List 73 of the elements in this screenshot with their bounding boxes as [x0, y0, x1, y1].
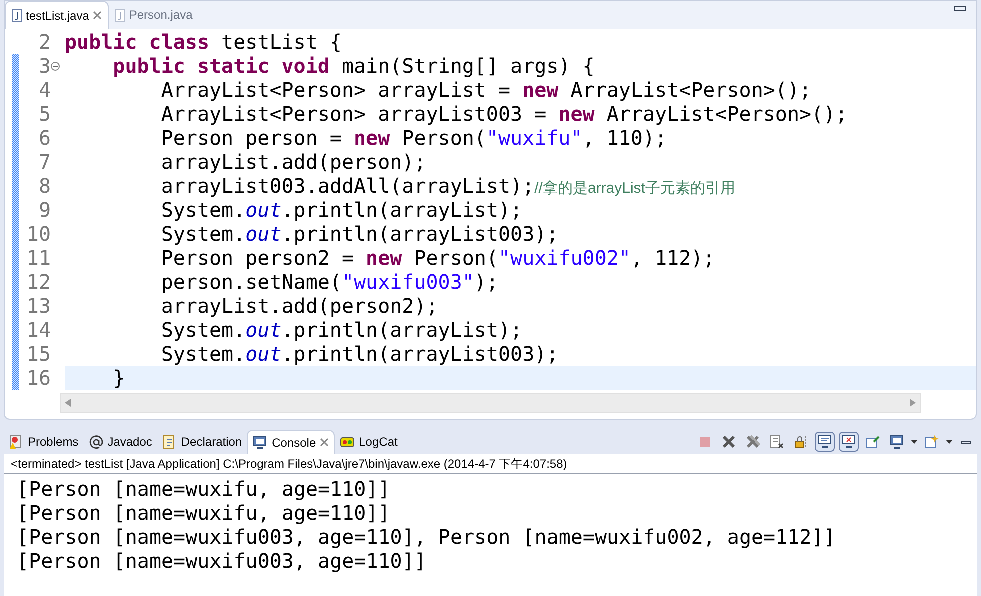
line-number: 9: [38, 198, 51, 222]
close-icon[interactable]: [93, 11, 102, 20]
new-window-icon: [925, 435, 939, 449]
code-line: ArrayList<Person> arrayList = new ArrayList<Person>();: [160, 78, 813, 102]
x-icon: [722, 435, 736, 449]
code-line: System.out.println(arrayList003);: [160, 342, 560, 366]
monitor-error-icon: [842, 435, 856, 449]
tab-label: Javadoc: [108, 434, 152, 451]
panel-tab[interactable]: Javadoc: [84, 430, 158, 454]
lock-icon: [794, 435, 808, 449]
at-sign-icon[interactable]: [88, 434, 104, 450]
editor-tab[interactable]: testList.java: [5, 1, 110, 29]
tab-label: testList.java: [26, 8, 90, 24]
document-icon[interactable]: [162, 434, 178, 450]
dropdown-caret-icon[interactable]: [911, 440, 918, 444]
tab-label: LogCat: [359, 434, 398, 451]
minimize-icon[interactable]: [961, 440, 971, 444]
panel-tab[interactable]: LogCat: [335, 430, 403, 454]
java-file-icon[interactable]: [12, 9, 22, 22]
panel-tab[interactable]: Console: [247, 430, 336, 454]
console-output-line: [Person [name=wuxifu003, age=110], Person [name=wuxifu002, age=112]]: [17, 525, 837, 549]
line-number: 15: [26, 342, 51, 366]
console-output-line: [Person [name=wuxifu003, age=110]]: [17, 549, 428, 573]
line-number: 8: [38, 174, 51, 198]
code-line: public static void main(String[] args) {: [112, 54, 596, 78]
process-label: <terminated> testList [Java Application] C:\Program Files\Java\jre7\bin\javaw.exe (2014-4-7 下午4:07:58): [4, 454, 977, 474]
monitor-icon: [890, 435, 904, 449]
close-icon[interactable]: [320, 438, 330, 447]
editor-tab[interactable]: Person.java: [109, 1, 199, 29]
tab-label: Person.java: [129, 7, 193, 24]
pin-icon: [866, 435, 880, 449]
code-line: System.out.println(arrayList);: [160, 198, 524, 222]
clear-document-icon: [770, 435, 784, 449]
monitor-icon[interactable]: [253, 435, 268, 450]
collapse-icon[interactable]: [51, 62, 60, 70]
dropdown-caret-icon[interactable]: [946, 440, 953, 444]
code-line: arrayList.add(person);: [160, 150, 428, 174]
double-x-icon: [746, 435, 760, 449]
stop-icon: [698, 435, 712, 449]
toolbar-button[interactable]: [815, 432, 835, 452]
code-line: arrayList.add(person2);: [160, 294, 440, 318]
panel-tab[interactable]: Problems: [4, 430, 84, 454]
tab-label: Declaration: [181, 434, 242, 451]
panel-tab[interactable]: Declaration: [157, 430, 248, 454]
monitor-icon: [818, 435, 832, 449]
code-line: Person person = new Person("wuxifu", 110);: [160, 126, 668, 150]
cat-icon[interactable]: [340, 434, 356, 450]
line-number: 7: [38, 150, 51, 174]
line-number: 10: [26, 222, 51, 246]
line-number: 12: [26, 270, 51, 294]
line-number: 11: [26, 246, 51, 270]
code-line: System.out.println(arrayList);: [160, 318, 524, 342]
code-line: person.setName("wuxifu003");: [160, 270, 500, 294]
code-line: public class testList {: [65, 30, 343, 54]
line-number: 4: [38, 78, 51, 102]
code-line: Person person2 = new Person("wuxifu002", 112);: [160, 246, 716, 270]
console-output-line: [Person [name=wuxifu, age=110]]: [17, 477, 392, 501]
minimize-icon[interactable]: [954, 6, 966, 11]
line-number: 16: [26, 366, 51, 390]
line-number: 14: [26, 318, 51, 342]
console-output-line: [Person [name=wuxifu, age=110]]: [17, 501, 392, 525]
code-line: arrayList003.addAll(arrayList);//拿的是arrayList子元素的引用: [160, 174, 736, 198]
code-line: ArrayList<Person> arrayList003 = new ArrayList<Person>();: [160, 102, 849, 126]
warning-icon[interactable]: [9, 434, 24, 450]
line-number: 13: [26, 294, 51, 318]
tab-label: Problems: [28, 434, 79, 451]
line-number: 3: [38, 54, 51, 78]
tab-label: Console: [272, 434, 316, 452]
toolbar-button[interactable]: [839, 432, 859, 452]
code-line: System.out.println(arrayList003);: [160, 222, 560, 246]
line-number: 6: [38, 126, 51, 150]
line-number: 5: [38, 102, 51, 126]
line-number: 2: [38, 30, 51, 54]
